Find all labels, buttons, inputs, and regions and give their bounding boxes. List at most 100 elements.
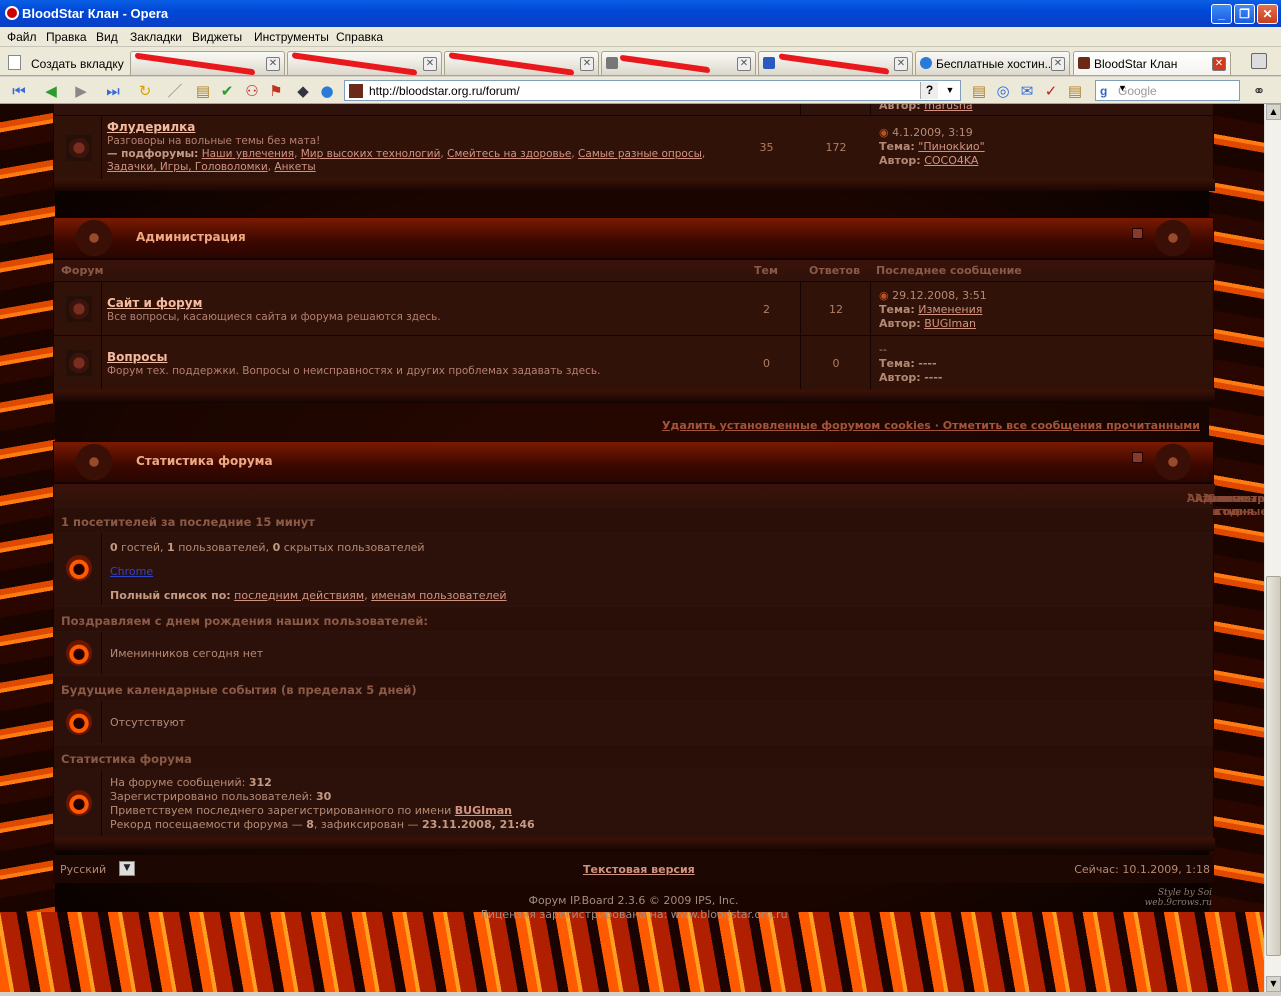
tab-1[interactable]: ✕ [130, 51, 285, 75]
tab-close-icon[interactable]: ✕ [423, 57, 437, 71]
close-button[interactable]: ✕ [1257, 4, 1278, 24]
tab-4[interactable]: ✕ [601, 51, 756, 75]
menu-widgets[interactable]: Виджеты [192, 30, 242, 44]
check-icon[interactable]: ✔ [218, 82, 236, 100]
menu-edit[interactable]: Правка [46, 30, 87, 44]
subforum-link[interactable]: Наши увлечения [202, 148, 294, 160]
chevron-down-icon[interactable]: ▼ [1118, 83, 1237, 93]
fast-forward-icon[interactable]: ⏭ [104, 82, 122, 100]
tab-close-icon[interactable]: ✕ [737, 57, 751, 71]
flame-icon [66, 640, 92, 666]
copyright-text: Форум IP.Board 2.3.6 © 2009 IPS, Inc. [528, 894, 739, 907]
subforum-link[interactable]: Анкеты [274, 161, 315, 173]
tab-close-icon[interactable]: ✕ [1051, 57, 1065, 71]
reload-icon[interactable]: ↻ [136, 82, 154, 100]
subforum-link[interactable]: Задачки, Игры, Головоломки [107, 161, 268, 173]
vertical-scrollbar[interactable]: ▲ ▼ [1264, 104, 1281, 992]
collapse-icon[interactable] [1132, 452, 1143, 463]
address-url[interactable]: http://bloodstar.org.ru/forum/ [369, 84, 520, 98]
maximize-button[interactable]: ❐ [1234, 4, 1255, 24]
table-footer [54, 179, 1215, 191]
menu-help[interactable]: Справка [336, 30, 383, 44]
author-link[interactable]: marusha [924, 104, 972, 112]
mail-icon[interactable]: ✉ [1018, 82, 1036, 100]
trash-icon[interactable] [1251, 53, 1267, 69]
tab-7[interactable]: BloodStar Клан ✕ [1073, 51, 1231, 75]
redaction-mark [449, 52, 574, 75]
stats-table: Активные темы · Администрация · Активные… [53, 483, 1264, 851]
scroll-up-icon[interactable]: ▲ [1266, 104, 1281, 120]
forward-icon[interactable]: ▶ [72, 82, 90, 100]
subforum-link[interactable]: Самые разные опросы [578, 148, 702, 160]
author-link[interactable]: BUGIman [924, 317, 976, 330]
people-icon[interactable]: ⚇ [243, 82, 261, 100]
collapse-icon[interactable] [1132, 228, 1143, 239]
forum-row: Вопросы Форум тех. поддержки. Вопросы о … [54, 335, 1213, 389]
topic-link[interactable]: Изменения [918, 303, 982, 316]
page-icon[interactable]: ▤ [970, 82, 988, 100]
last-post: ◉ 29.12.2008, 3:51 Тема: Изменения Автор… [879, 289, 987, 330]
menu-view[interactable]: Вид [96, 30, 118, 44]
tab-label: BloodStar Клан [1094, 57, 1178, 71]
edit-icon[interactable]: ／ [166, 82, 184, 100]
text-version-link[interactable]: Текстовая версия [583, 863, 695, 876]
forum-description: Разговоры на вольные темы без мата! — по… [107, 135, 706, 173]
menu-file[interactable]: Файл [7, 30, 37, 44]
subforum-link[interactable]: Смейтесь на здоровье [447, 148, 571, 160]
forum-title-link[interactable]: Сайт и форум [107, 296, 202, 310]
category-header-admin: Администрация [53, 217, 1214, 259]
scroll-thumb[interactable] [1266, 576, 1281, 956]
feed-icon[interactable]: ◎ [994, 82, 1012, 100]
forum-title-link[interactable]: Вопросы [107, 350, 167, 364]
footer-bar: Русский ▼ Текстовая версия Сейчас: 10.1.… [53, 855, 1214, 883]
language-dropdown[interactable]: ▼ [119, 861, 135, 876]
address-bar[interactable]: http://bloodstar.org.ru/forum/ ? ▼ [344, 80, 961, 101]
topic-link[interactable]: "Пинокkио" [918, 140, 984, 153]
last-post-icon: ◉ [879, 126, 889, 139]
tab-6[interactable]: Бесплатные хостин... ✕ [915, 51, 1070, 75]
binoculars-icon[interactable]: ⚭ [1250, 82, 1268, 100]
rewind-icon[interactable]: ⏮ [10, 82, 28, 100]
delete-cookies-link[interactable]: Удалить установленные форумом cookies [662, 419, 931, 432]
notes-icon[interactable]: ▤ [1066, 82, 1084, 100]
most-active-link[interactable]: Самые активные [1207, 492, 1264, 518]
page-icon[interactable]: ▤ [194, 82, 212, 100]
tab-close-icon[interactable]: ✕ [894, 57, 908, 71]
tab-close-icon[interactable]: ✕ [266, 57, 280, 71]
tab-2[interactable]: ✕ [287, 51, 442, 75]
online-row: 0 гостей, 1 пользователей, 0 скрытых пол… [54, 533, 1213, 605]
mark-read-link[interactable]: Отметить все сообщения прочитанными [943, 419, 1200, 432]
replies-count: 12 [829, 303, 843, 316]
forum-title-link[interactable]: Флудерилка [107, 120, 195, 134]
lava-border-left [0, 104, 55, 992]
list-by-name-link[interactable]: именам пользователей [371, 589, 506, 602]
scroll-down-icon[interactable]: ▼ [1266, 976, 1281, 992]
flame-icon [66, 555, 92, 581]
online-user-link[interactable]: Chrome [110, 565, 153, 578]
diamond-icon[interactable]: ◆ [294, 82, 312, 100]
runner-icon[interactable]: ⚑ [267, 82, 285, 100]
chevron-down-icon[interactable]: ▼ [942, 82, 958, 99]
tab-close-icon[interactable]: ✕ [1212, 57, 1226, 71]
newest-member-link[interactable]: BUGIman [455, 804, 512, 817]
menu-bookmarks[interactable]: Закладки [130, 30, 182, 44]
new-tab-button[interactable]: Создать вкладку [4, 51, 128, 75]
minimize-button[interactable]: _ [1211, 4, 1232, 24]
last-post: -- Тема: ---- Автор: ---- [879, 343, 943, 384]
validate-icon[interactable]: ✓ [1042, 82, 1060, 100]
help-button[interactable]: ? [920, 82, 938, 99]
tab-3[interactable]: ✕ [444, 51, 599, 75]
tab-close-icon[interactable]: ✕ [580, 57, 594, 71]
prev-row-author: Автор: marusha [879, 104, 973, 113]
navigation-toolbar: ⏮ ◀ ▶ ⏭ ↻ ／ ▤ ✔ ⚇ ⚑ ◆ ● http://bloodstar… [0, 77, 1281, 104]
author-link[interactable]: COCO4KA [924, 154, 978, 167]
tab-5[interactable]: ✕ [758, 51, 913, 75]
redaction-mark [135, 52, 255, 75]
list-by-action-link[interactable]: последним действиям [234, 589, 364, 602]
menu-tools[interactable]: Инструменты [254, 30, 329, 44]
search-input[interactable]: g Google ▼ [1095, 80, 1240, 101]
subforum-link[interactable]: Мир высоких технологий [301, 148, 441, 160]
replies-count: 0 [832, 357, 840, 370]
globe-icon[interactable]: ● [318, 82, 336, 100]
back-icon[interactable]: ◀ [42, 82, 60, 100]
